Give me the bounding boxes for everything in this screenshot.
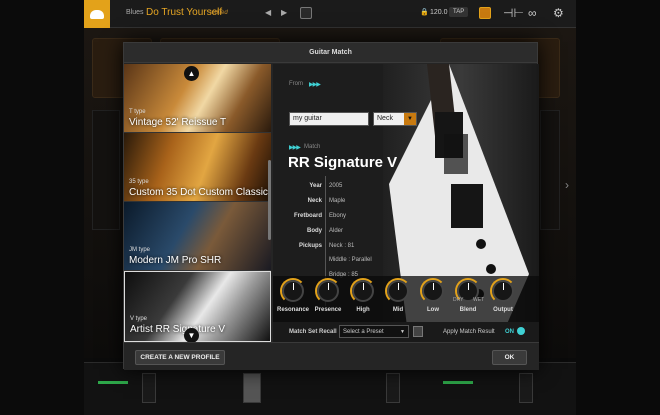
preset-select-value: Select a Preset [343, 329, 384, 335]
spec-value: Maple [329, 198, 346, 204]
match-label: Match [304, 144, 321, 150]
chevron-down-icon[interactable]: ▼ [404, 113, 416, 125]
output-knob[interactable] [492, 280, 514, 302]
cabinet [540, 110, 560, 230]
gear-icon[interactable]: ⚙ [553, 6, 564, 20]
presence-knob[interactable] [317, 280, 339, 302]
knob-label: Output [493, 307, 513, 313]
chevron-right-icon[interactable]: › [565, 178, 569, 192]
list-icon[interactable] [300, 7, 312, 19]
list-scrollbar[interactable] [268, 160, 271, 240]
arrow-icon: ▶▶▶ [289, 145, 301, 151]
knob-label: Blend [459, 307, 477, 313]
resonance-knob[interactable] [282, 280, 304, 302]
spec-value: Middle : Parallel [329, 257, 372, 263]
arrow-icon: ▶▶▶ [309, 82, 321, 88]
app-logo[interactable] [84, 0, 110, 28]
apply-toggle[interactable] [517, 327, 525, 335]
high-knob[interactable] [352, 280, 374, 302]
loop-icon[interactable]: ∞ [528, 6, 537, 20]
knob-label: Low [427, 307, 439, 313]
spec-key: Pickups [298, 243, 322, 249]
chevron-up-icon[interactable]: ▲ [184, 66, 199, 81]
spec-value: Neck : 81 [329, 243, 355, 249]
profile-name: Custom 35 Dot Custom Classic [129, 187, 268, 198]
dialog-footer: CREATE A NEW PROFILE OK [124, 342, 539, 370]
spec-key: Neck [307, 198, 322, 204]
spec-value: Alder [329, 228, 344, 234]
preset-view-icon[interactable] [479, 7, 491, 19]
document-icon[interactable] [413, 326, 423, 337]
from-label: From [289, 81, 303, 87]
profile-type: T type [129, 109, 146, 115]
app-root: Blues Do Trust Yourself *edited ◀ ▶ 🔒 12… [0, 0, 660, 415]
guitar-match-dialog: Guitar Match T type Vintage 52' Reissue … [123, 42, 539, 370]
chevron-down-icon[interactable]: ▼ [184, 328, 199, 342]
output-meter [443, 381, 473, 384]
previous-icon[interactable]: ◀ [265, 8, 271, 17]
profile-item[interactable]: JM type Modern JM Pro SHR [124, 202, 271, 271]
lock-icon[interactable]: 🔒 [420, 8, 429, 16]
spec-key: Body [307, 228, 322, 234]
spec-value: Ebony [329, 213, 347, 219]
spec-value: 2005 [329, 183, 343, 189]
knob-label: Resonance [276, 307, 309, 313]
preset-category: Blues [126, 9, 144, 16]
recall-row: Match Set Recall Select a Preset ▼ Apply… [273, 322, 539, 342]
profile-name: Modern JM Pro SHR [129, 255, 222, 266]
output-slot[interactable] [386, 373, 400, 403]
input-slot[interactable] [142, 373, 156, 403]
input-meter [98, 381, 128, 384]
ok-button[interactable]: OK [492, 350, 527, 365]
bpm-value[interactable]: 120.0 [430, 9, 448, 16]
pickup-select-value: Neck [377, 115, 393, 122]
blend-wet-label: WET [473, 297, 485, 303]
profile-type: 35 type [129, 179, 149, 185]
from-guitar-input[interactable]: my guitar [289, 112, 369, 126]
output-fader[interactable] [519, 373, 533, 403]
knob-row: Resonance Presence High Mid Low DRY WET … [273, 276, 539, 322]
knob-label: Presence [314, 307, 342, 313]
blend-dry-label: DRY [453, 297, 464, 303]
create-profile-button[interactable]: CREATE A NEW PROFILE [135, 350, 225, 365]
profile-list[interactable]: T type Vintage 52' Reissue T 35 type Cus… [124, 64, 271, 342]
profile-name: Vintage 52' Reissue T [129, 117, 227, 128]
match-guitar-name: RR Signature V [288, 154, 398, 171]
pickup-select[interactable]: Neck ▼ [373, 112, 417, 126]
next-icon[interactable]: ▶ [281, 8, 287, 17]
spec-key: Fretboard [293, 213, 322, 219]
guitar-icon[interactable] [243, 373, 261, 403]
cloud-icon [90, 9, 104, 19]
apply-label: Apply Match Result [443, 329, 495, 335]
preset-select[interactable]: Select a Preset ▼ [339, 325, 409, 338]
profile-type: V type [130, 316, 148, 322]
profile-type: JM type [129, 247, 151, 253]
apply-state: ON [505, 329, 514, 335]
profile-name: Artist RR Signature V [130, 324, 226, 335]
recall-label: Match Set Recall [289, 329, 337, 335]
tuner-icon[interactable]: ⊣⊢ [503, 6, 524, 20]
chevron-down-icon: ▼ [400, 329, 405, 335]
mid-knob[interactable] [387, 280, 409, 302]
edited-flag: *edited [209, 10, 228, 16]
tap-button[interactable]: TAP [449, 7, 469, 17]
spec-key: Year [309, 183, 322, 189]
knob-label: Mid [392, 307, 404, 313]
dialog-title: Guitar Match [124, 43, 537, 63]
cabinet [92, 110, 120, 230]
low-knob[interactable] [422, 280, 444, 302]
knob-label: High [356, 307, 370, 313]
profile-item[interactable]: 35 type Custom 35 Dot Custom Classic [124, 133, 271, 202]
